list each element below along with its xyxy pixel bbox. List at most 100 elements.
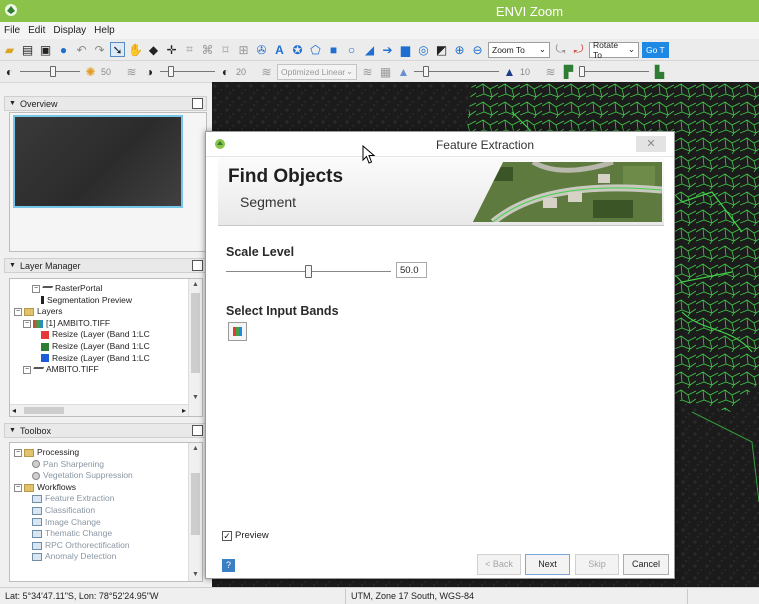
globe-icon[interactable]: ● [56,42,71,57]
zoom-out-icon[interactable]: ⊖ [470,42,485,57]
brightness-slider[interactable] [20,64,80,79]
skip-button[interactable]: Skip [575,554,619,575]
redo-icon[interactable]: ↷ [92,42,107,57]
layer-tree-item[interactable]: − [1] AMBITO.TIFF [10,318,188,330]
tree-expander-icon[interactable]: − [14,307,22,316]
reset-brightness-icon[interactable]: ≋ [124,64,139,79]
transparency-slider[interactable] [579,64,649,79]
undo-icon[interactable]: ↶ [74,42,89,57]
scale-level-input[interactable]: 50.0 [396,262,427,278]
layer-tree-item[interactable]: − RasterPortal [10,283,188,295]
toolbox-tree-item[interactable]: Anomaly Detection [10,551,188,563]
mapkey-icon[interactable]: ◎ [416,42,431,57]
measure-icon[interactable]: ◩ [434,42,449,57]
cancel-button[interactable]: Cancel [623,554,669,575]
tree-expander-icon[interactable]: − [23,365,31,374]
slider-thumb[interactable] [305,265,312,278]
data-manager-icon[interactable]: ▤ [20,42,35,57]
crosshair-icon[interactable]: ✛ [164,42,179,57]
menu-file[interactable]: File [4,25,20,36]
toolbox-header[interactable]: ▼ Toolbox [4,423,207,438]
scroll-thumb[interactable] [191,293,200,373]
overview-thumbnail[interactable] [13,115,183,208]
back-button[interactable]: < Back [477,554,521,575]
rotate-to-combo[interactable]: Rotate To ⌄ [589,40,639,60]
layer-tree-vscroll[interactable]: ▲ ▼ [188,279,202,416]
polygon-icon[interactable]: ⬠ [308,42,323,57]
help-button[interactable]: ? [222,559,235,572]
go-to-button[interactable]: Go T [642,41,669,58]
fly-icon[interactable]: ◆ [146,42,161,57]
scroll-right-icon[interactable]: ▸ [182,406,186,415]
preview-checkbox[interactable]: ✓ [222,530,232,541]
reset-contrast-icon[interactable]: ≋ [259,64,274,79]
pan-hand-icon[interactable]: ✋ [128,42,143,57]
toolbox-tree-item[interactable]: Image Change [10,517,188,529]
menu-help[interactable]: Help [94,25,115,36]
contrast-slider[interactable] [160,64,215,79]
picture-icon[interactable]: ▆ [398,42,413,57]
histogram-icon[interactable]: ▦ [378,64,393,79]
vector-create-icon[interactable]: ⌗ [182,42,197,57]
menu-display[interactable]: Display [53,25,86,36]
scale-level-slider[interactable] [226,265,391,279]
vertex-icon[interactable]: ⌑ [218,42,233,57]
tree-expander-icon[interactable]: − [23,319,31,328]
symbol-icon[interactable]: ✪ [290,42,305,57]
reset-stretch-icon[interactable]: ≋ [360,64,375,79]
ellipse-icon[interactable]: ○ [344,42,359,57]
scroll-left-icon[interactable]: ◂ [12,406,16,415]
zoom-in-icon[interactable]: ⊕ [452,42,467,57]
menu-edit[interactable]: Edit [28,25,45,36]
toolbox-vscroll[interactable]: ▲ ▼ [188,443,202,581]
layer-tree-item[interactable]: Segmentation Preview [10,295,188,307]
toolbox-tree-item[interactable]: Thematic Change [10,528,188,540]
next-button[interactable]: Next [525,554,570,575]
layer-tree-item[interactable]: Resize (Layer (Band 1:LC [10,353,188,365]
layer-tree-item[interactable]: Resize (Layer (Band 1:LC [10,341,188,353]
overview-panel-header[interactable]: ▼ Overview [4,96,207,111]
select-input-bands-button[interactable] [228,322,247,341]
tree-expander-icon[interactable]: − [14,483,22,492]
toolbox-tree-item[interactable]: − Processing [10,447,188,459]
tree-expander-icon[interactable]: − [32,284,40,293]
annotation-icon[interactable]: ✇ [254,42,269,57]
scroll-up-icon[interactable]: ▲ [189,279,202,291]
layer-icon[interactable]: ▣ [38,42,53,57]
join-icon[interactable]: ⊞ [236,42,251,57]
scroll-down-icon[interactable]: ▼ [189,569,202,581]
preview-option[interactable]: ✓ Preview [222,530,269,541]
overview-view-frame[interactable] [13,115,183,208]
rotate-left-icon[interactable]: ⤿ [553,42,568,57]
scroll-thumb[interactable] [191,473,200,535]
layer-tree-item[interactable]: − Layers [10,306,188,318]
reset-sharpen-icon[interactable]: ≋ [543,64,558,79]
hscroll-thumb[interactable] [24,407,64,414]
dialog-title-bar[interactable]: Feature Extraction ✕ [206,132,674,157]
toolbox-tree-item[interactable]: RPC Orthorectification [10,540,188,552]
float-panel-icon[interactable] [192,260,203,271]
toolbox-tree-item[interactable]: Vegetation Suppression [10,470,188,482]
select-arrow-icon[interactable]: ➘ [110,42,125,57]
float-panel-icon[interactable] [192,425,203,436]
vector-edit-icon[interactable]: ⌘ [200,42,215,57]
scroll-up-icon[interactable]: ▲ [189,443,202,455]
arrow-icon[interactable]: ➔ [380,42,395,57]
text-annotation-icon[interactable]: A [272,42,287,57]
open-file-icon[interactable]: ▰ [2,42,17,57]
sharpen-slider[interactable] [414,64,499,79]
layer-manager-header[interactable]: ▼ Layer Manager [4,258,207,273]
tree-expander-icon[interactable]: − [14,448,22,457]
scroll-down-icon[interactable]: ▼ [189,392,202,404]
float-panel-icon[interactable] [192,98,203,109]
toolbox-tree-item[interactable]: Classification [10,505,188,517]
rotate-right-icon[interactable]: ⤾ [571,42,586,57]
layer-tree-item[interactable]: − AMBITO.TIFF [10,364,188,376]
zoom-to-combo[interactable]: Zoom To ⌄ [488,41,550,58]
toolbox-tree-item[interactable]: Feature Extraction [10,493,188,505]
toolbox-tree-item[interactable]: − Workflows [10,482,188,494]
stretch-type-combo[interactable]: Optimized Linear ⌄ [277,63,357,80]
polyline-icon[interactable]: ◢ [362,42,377,57]
toolbox-tree-item[interactable]: Pan Sharpening [10,459,188,471]
layer-tree-item[interactable]: Resize (Layer (Band 1:LC [10,329,188,341]
